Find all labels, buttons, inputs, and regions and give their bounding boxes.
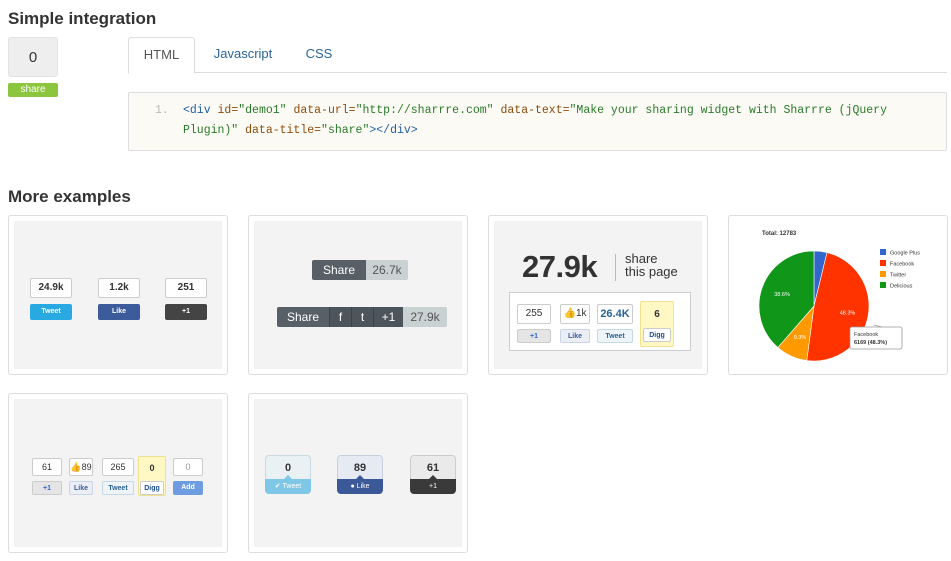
share-button-small[interactable]: Share: [312, 260, 366, 280]
thumbs-up-icon: 👍: [563, 308, 576, 319]
example-card-4[interactable]: Total: 12783 48.3% 9.3% 38.6% Google Plus F…: [728, 215, 948, 375]
tooltip-value: 6169 (48.3%): [854, 340, 887, 346]
digg-button[interactable]: Digg: [140, 481, 164, 495]
googleplus-button[interactable]: +1: [32, 481, 62, 495]
plusone-button[interactable]: +1: [410, 475, 456, 494]
digg-count-value: 6: [654, 309, 660, 320]
code-val-text-cont: Plugin)": [183, 124, 239, 137]
twitter-count: 265: [102, 458, 134, 476]
example-card-2-preview: Share 26.7k Share f t +1 27.9k: [254, 221, 462, 369]
legend-swatch: [880, 249, 886, 255]
twitter-bird-icon: ✔: [274, 483, 281, 490]
legend-label: Google Plus: [890, 251, 920, 257]
facebook-count: 👍89: [69, 458, 93, 476]
share-count-box[interactable]: 0: [8, 37, 58, 77]
legend-label: Facebook: [890, 262, 914, 268]
digg-count-value: 0: [149, 463, 155, 473]
facebook-share-button[interactable]: f: [329, 307, 351, 327]
legend-swatch: [880, 271, 886, 277]
legend-swatch: [880, 282, 886, 288]
thumbs-up-icon: 👍: [70, 462, 82, 472]
facebook-count-value: 1k: [575, 308, 587, 319]
share-count-small: 26.7k: [366, 260, 408, 280]
facebook-count-value: 89: [81, 462, 92, 472]
googleplus-count: 61: [32, 458, 62, 476]
example-card-6[interactable]: 0 ✔ Tweet 89 ● Like 61 +1: [248, 393, 468, 553]
code-tabs: HTML Javascript CSS: [128, 37, 947, 74]
section-title-more-examples: More examples: [8, 187, 131, 206]
code-attr-id: id=: [217, 104, 239, 117]
like-button-label: Like: [356, 483, 370, 490]
facebook-like-button[interactable]: Like: [560, 329, 590, 343]
googleplus-count: 251: [165, 278, 207, 298]
share-buttons-panel: 255 👍1k 26.4K 6 +1 Like Tweet Digg: [509, 292, 691, 351]
example-card-6-preview: 0 ✔ Tweet 89 ● Like 61 +1: [254, 399, 462, 547]
digg-button[interactable]: Digg: [643, 328, 671, 342]
tweet-button[interactable]: Tweet: [102, 481, 134, 495]
example-card-4-preview: Total: 12783 48.3% 9.3% 38.6% Google Plus F…: [734, 221, 942, 369]
code-val-url: "http://sharrre.com": [355, 104, 494, 117]
facebook-icon: ●: [350, 483, 355, 490]
googleplus-button[interactable]: +1: [517, 329, 551, 343]
divider: [615, 254, 616, 281]
code-attr-url: data-url=: [286, 104, 356, 117]
total-share-count: 27.9k: [522, 249, 598, 284]
facebook-like-button[interactable]: Like: [69, 481, 93, 495]
twitter-share-button[interactable]: t: [351, 307, 373, 327]
facebook-like-button[interactable]: ● Like: [337, 475, 383, 494]
section-title-simple-integration: Simple integration: [8, 9, 157, 28]
code-val-text: "Make your sharing widget with Sharrre (…: [569, 104, 887, 117]
tab-css[interactable]: CSS: [293, 37, 345, 73]
twitter-count: 26.4K: [597, 304, 633, 324]
tooltip-title: Facebook: [854, 332, 878, 338]
code-attr-text: data-text=: [493, 104, 570, 117]
legend-swatch: [880, 260, 886, 266]
example-card-1-preview: 24.9k 1.2k 251 Tweet Like +1: [14, 221, 222, 369]
code-line: <div id="demo1" data-url="http://sharrre…: [183, 101, 938, 141]
pie-slice-label: 48.3%: [840, 310, 856, 316]
code-tag-open: <div: [183, 104, 218, 117]
code-attr-title: data-title=: [238, 124, 322, 137]
chart-total-label: Total: 12783: [762, 231, 797, 237]
code-tag-close: ></div>: [369, 124, 418, 137]
share-button-large[interactable]: Share: [277, 307, 329, 327]
legend-label: Twitter: [890, 273, 906, 279]
example-card-5[interactable]: 61 👍89 265 0 0 +1 Like Tweet Digg Add: [8, 393, 228, 553]
delicious-add-button[interactable]: Add: [173, 481, 203, 495]
plusone-button[interactable]: +1: [165, 304, 207, 320]
share-badge[interactable]: share: [8, 83, 58, 97]
pie-slice-label: 9.3%: [794, 335, 807, 341]
googleplus-count: 255: [517, 304, 551, 324]
code-block: 1. <div id="demo1" data-url="http://shar…: [128, 92, 947, 151]
legend-label: Delicious: [890, 284, 913, 290]
tweet-button[interactable]: Tweet: [30, 304, 72, 320]
pie-slice-label: 38.6%: [774, 292, 790, 298]
chart-tooltip: Facebook 6169 (48.3%): [849, 324, 903, 350]
code-val-id: "demo1": [238, 104, 287, 117]
googleplus-share-button[interactable]: +1: [373, 307, 403, 327]
delicious-count: 0: [173, 458, 203, 476]
tab-javascript[interactable]: Javascript: [208, 37, 278, 73]
tweet-button[interactable]: Tweet: [597, 329, 633, 343]
facebook-count: 👍1k: [560, 304, 590, 324]
like-button[interactable]: Like: [98, 304, 140, 320]
tweet-button[interactable]: ✔ Tweet: [265, 475, 311, 494]
example-card-5-preview: 61 👍89 265 0 0 +1 Like Tweet Digg Add: [14, 399, 222, 547]
pie-chart: Total: 12783 48.3% 9.3% 38.6% Google Plus F…: [758, 231, 920, 362]
code-val-title: "share": [321, 124, 370, 137]
tweet-button-label: Tweet: [282, 483, 302, 490]
example-card-3-preview: 27.9k share this page 255 👍1k 26.4K 6 +1…: [494, 221, 702, 369]
share-total-count: 27.9k: [403, 307, 447, 327]
twitter-count: 24.9k: [30, 278, 72, 298]
example-card-2[interactable]: Share 26.7k Share f t +1 27.9k: [248, 215, 468, 375]
code-line-number: 1.: [155, 104, 169, 117]
tab-html[interactable]: HTML: [128, 37, 195, 74]
example-card-1[interactable]: 24.9k 1.2k 251 Tweet Like +1: [8, 215, 228, 375]
facebook-count: 1.2k: [98, 278, 140, 298]
share-this-page-line2: this page: [625, 264, 678, 279]
example-card-3[interactable]: 27.9k share this page 255 👍1k 26.4K 6 +1…: [488, 215, 708, 375]
